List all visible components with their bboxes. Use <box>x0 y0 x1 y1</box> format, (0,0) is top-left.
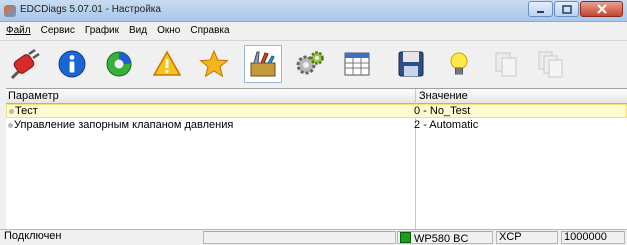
parameter-name: Управление запорным клапаном давления <box>14 119 234 131</box>
warning-icon <box>152 50 182 76</box>
copy-all-button[interactable] <box>532 45 570 83</box>
settings-button[interactable] <box>291 45 329 83</box>
parameter-name: Тест <box>15 105 38 117</box>
star-icon <box>199 49 229 78</box>
baud-rate-panel: 1000000 <box>561 231 625 244</box>
ecu-panel: WP580 BC <box>397 231 493 244</box>
toolbar <box>0 40 627 89</box>
copy-disabled-icon <box>495 52 517 77</box>
chart-button[interactable] <box>100 45 138 83</box>
protocol-panel: XCP <box>496 231 558 244</box>
save-icon <box>398 51 424 77</box>
parameter-value[interactable]: 0 - No_Test <box>414 105 470 118</box>
maximize-button[interactable] <box>554 1 579 17</box>
close-button[interactable] <box>580 1 623 17</box>
connection-led-icon <box>400 232 411 243</box>
row-bullet-icon <box>8 123 13 128</box>
table-icon <box>344 52 370 76</box>
save-button[interactable] <box>392 45 430 83</box>
lightbulb-icon <box>450 52 468 75</box>
grid-header: Параметр Значение <box>6 89 627 104</box>
copy-button[interactable] <box>487 45 525 83</box>
menu-help[interactable]: Справка <box>190 25 229 36</box>
connection-status: Подключен <box>4 231 62 242</box>
info-icon <box>58 50 86 78</box>
menu-view[interactable]: Вид <box>129 25 147 36</box>
app-icon <box>4 5 16 17</box>
parameter-grid[interactable]: Параметр Значение Тест 0 - No_Test Управ… <box>6 88 627 229</box>
window-controls <box>528 1 623 18</box>
table-row[interactable]: Управление запорным клапаном давления 2 … <box>6 119 627 133</box>
maximize-icon <box>561 4 572 14</box>
hint-button[interactable] <box>440 45 478 83</box>
status-panel-empty <box>203 231 396 244</box>
column-header-value[interactable]: Значение <box>419 90 468 102</box>
gears-icon <box>296 51 324 75</box>
menu-file[interactable]: Файл <box>6 25 31 36</box>
tools-icon <box>250 51 276 77</box>
disconnect-plug-icon <box>10 48 40 80</box>
warning-button[interactable] <box>148 45 186 83</box>
tools-button[interactable] <box>244 45 282 83</box>
window-title: EDCDiags 5.07.01 - Настройка <box>20 4 161 15</box>
title-bar[interactable]: EDCDiags 5.07.01 - Настройка <box>0 0 627 22</box>
status-bar: Подключен WP580 BC XCP 1000000 <box>0 229 627 245</box>
ecu-name: WP580 BC <box>414 233 469 244</box>
table-row[interactable]: Тест 0 - No_Test <box>6 104 627 118</box>
menu-graph[interactable]: График <box>85 25 119 36</box>
copy-all-disabled-icon <box>538 51 563 78</box>
menu-window[interactable]: Окно <box>157 25 180 36</box>
favorites-button[interactable] <box>195 45 233 83</box>
parameter-value[interactable]: 2 - Automatic <box>414 119 478 132</box>
menu-bar: Файл Сервис График Вид Окно Справка <box>0 22 627 39</box>
column-header-parameter[interactable]: Параметр <box>8 90 59 102</box>
disconnect-button[interactable] <box>6 45 44 83</box>
row-bullet-icon <box>9 109 14 114</box>
minimize-icon <box>537 10 544 13</box>
close-icon <box>596 4 607 14</box>
menu-service[interactable]: Сервис <box>41 25 75 36</box>
table-button[interactable] <box>338 45 376 83</box>
info-button[interactable] <box>53 45 91 83</box>
pie-chart-icon <box>106 51 132 77</box>
minimize-button[interactable] <box>528 1 553 17</box>
